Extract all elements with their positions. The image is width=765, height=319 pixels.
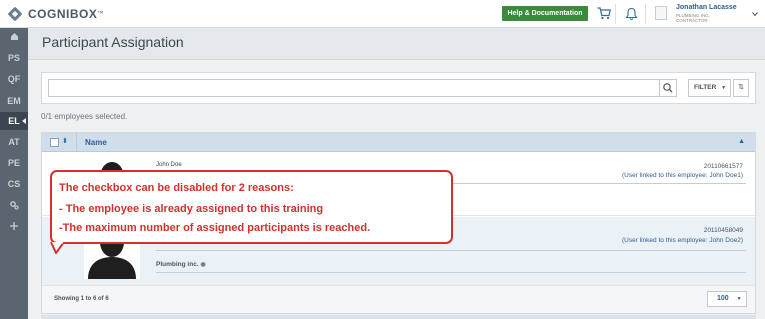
table-header: ⬍ Name ▲: [42, 133, 755, 152]
employee-name: John Doe: [156, 162, 182, 168]
page-title: Participant Assignation: [42, 34, 184, 50]
callout-line-2: - The employee is already assigned to th…: [59, 203, 324, 215]
eye-icon[interactable]: ◉: [200, 262, 205, 268]
search-button[interactable]: [659, 79, 677, 97]
logo-text: COGNIBOX: [28, 7, 98, 21]
row-divider: [156, 272, 746, 273]
user-name[interactable]: Jonathan Lacasse: [676, 4, 737, 11]
name-column-header[interactable]: Name: [85, 138, 107, 147]
search-input[interactable]: [48, 79, 660, 97]
home-icon: [10, 33, 18, 40]
divider: [615, 4, 616, 24]
nav-item-settings[interactable]: [0, 196, 28, 214]
employee-id: 20110458049: [703, 227, 743, 234]
annotation-callout: The checkbox can be disabled for 2 reaso…: [50, 170, 453, 244]
nav-item-qf[interactable]: QF: [0, 70, 28, 88]
sort-arrows-icon[interactable]: ⬍: [62, 137, 68, 145]
cognibox-logo[interactable]: COGNIBOX ™: [7, 6, 104, 22]
page-size-value: 100: [717, 295, 729, 302]
nav-item-cs[interactable]: CS: [0, 175, 28, 193]
user-role: CONTRACTOR: [676, 18, 708, 23]
nav-item-em[interactable]: EM: [0, 92, 28, 110]
row-divider: [156, 250, 746, 251]
nav-item-pin[interactable]: [0, 217, 28, 235]
left-nav: PS QF EM EL AT PE CS: [0, 28, 28, 319]
employee-company-name: Plumbing inc.: [156, 261, 199, 268]
caret-down-icon: ▼: [736, 296, 742, 302]
help-documentation-button[interactable]: Help & Documentation: [502, 6, 588, 21]
filter-button[interactable]: FILTER ▼: [688, 79, 731, 97]
search-icon: [663, 83, 673, 93]
sort-button[interactable]: ⇅: [733, 79, 749, 97]
user-avatar[interactable]: [655, 6, 667, 20]
user-company: PLUMBING INC. CONTRACTOR: [676, 13, 710, 23]
logo-trademark: ™: [97, 11, 104, 17]
cart-icon[interactable]: [597, 7, 611, 20]
nav-item-at[interactable]: AT: [0, 133, 28, 151]
caret-down-icon: ▼: [721, 85, 727, 91]
nav-item-home[interactable]: [0, 28, 28, 46]
callout-line-1: The checkbox can be disabled for 2 reaso…: [59, 182, 294, 194]
header-divider: [76, 133, 77, 152]
table-footer: Showing 1 to 6 of 6 100 ▼: [42, 285, 755, 313]
filter-label: FILTER: [694, 84, 717, 91]
callout-pointer: [50, 242, 65, 254]
nav-item-pe[interactable]: PE: [0, 154, 28, 172]
bell-icon[interactable]: [625, 7, 638, 21]
pagination-summary: Showing 1 to 6 of 6: [54, 296, 109, 302]
chevron-down-icon[interactable]: [752, 11, 758, 17]
nav-item-el[interactable]: EL: [0, 112, 28, 130]
employee-company: Plumbing inc. ◉: [156, 261, 206, 268]
callout-line-3: -The maximum number of assigned particip…: [59, 222, 371, 234]
page-size-select[interactable]: 100 ▼: [707, 291, 747, 307]
divider: [645, 4, 646, 24]
linked-user[interactable]: (User linked to this employee: John Doe2…: [622, 237, 743, 244]
next-panel-edge: [41, 315, 756, 319]
logo-mark-icon: [7, 6, 23, 22]
linked-user[interactable]: (User linked to this employee: John Doe1…: [622, 172, 743, 179]
caret-up-icon[interactable]: ▲: [738, 138, 745, 145]
page-header: Participant Assignation: [28, 28, 765, 60]
search-panel: FILTER ▼ ⇅: [41, 72, 756, 104]
pin-icon: [10, 222, 18, 230]
select-all-checkbox[interactable]: [50, 138, 59, 147]
selected-count: 0/1 employees selected.: [41, 112, 128, 121]
top-bar: COGNIBOX ™ Help & Documentation Jonathan…: [0, 0, 765, 28]
gears-icon: [10, 201, 19, 210]
nav-item-ps[interactable]: PS: [0, 49, 28, 67]
employee-id: 20110661577: [703, 163, 743, 170]
